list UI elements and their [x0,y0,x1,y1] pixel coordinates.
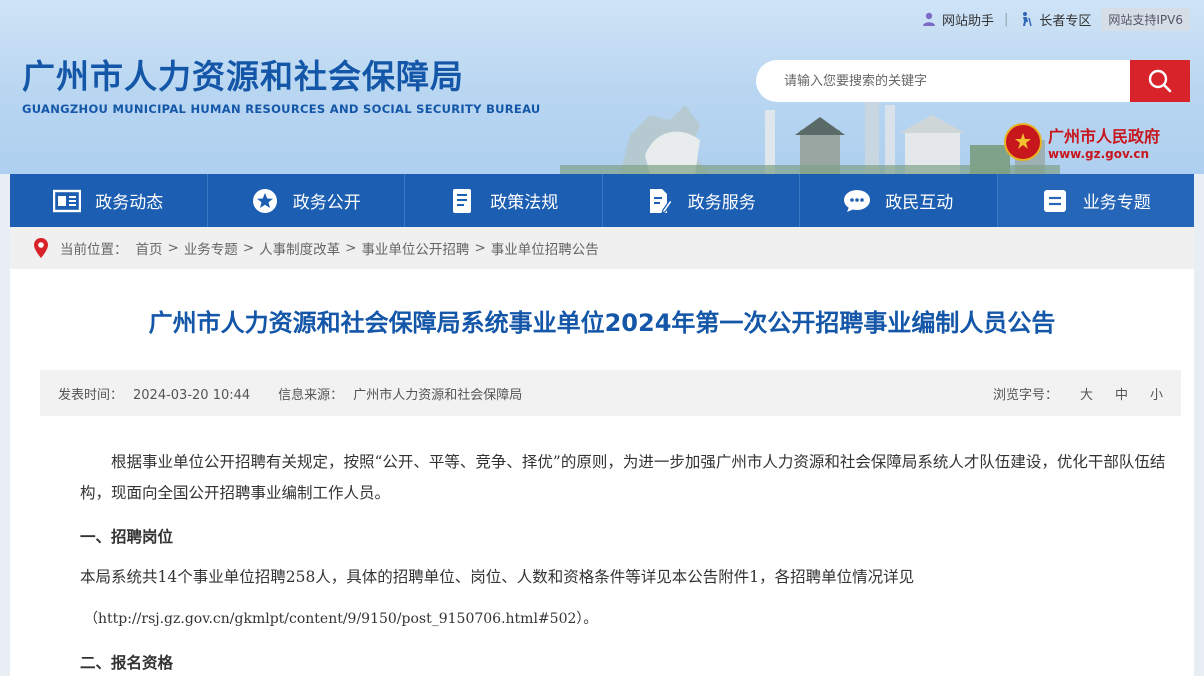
ipv6-badge: 网站支持IPV6 [1101,7,1190,31]
article-paragraph: 根据事业单位公开招聘有关规定，按照“公开、平等、竞争、择优”的原则，为进一步加强… [80,447,1185,509]
nav-label: 政务动态 [95,193,164,213]
gz-government-link[interactable]: 广州市人民政府 www.gz.gov.cn [1004,123,1160,161]
gov-url: www.gz.gov.cn [1048,147,1150,161]
nav-item-news[interactable]: 政务动态 [10,174,208,227]
font-size-switcher: 浏览字号： 大 中 小 [993,384,1163,403]
site-logo[interactable]: 广州市人力资源和社会保障局 GUANGZHOU MUNICIPAL HUMAN … [22,50,541,116]
news-icon [53,187,82,215]
breadcrumb-separator: > [474,240,486,256]
article-link-text[interactable]: （http://rsj.gz.gov.cn/gkmlpt/content/9/9… [80,609,1185,629]
list-icon [1041,187,1069,215]
breadcrumb-link-recruitment[interactable]: 事业单位公开招聘 [361,238,469,258]
search-bar [756,60,1190,102]
nav-item-open-affairs[interactable]: 政务公开 [208,174,405,227]
search-input[interactable] [756,60,1130,102]
gov-name: 广州市人民政府 [1048,127,1161,146]
star-icon [251,187,279,215]
info-source-value: 广州市人力资源和社会保障局 [353,387,523,403]
article-container: 广州市人力资源和社会保障局系统事业单位2024年第一次公开招聘事业编制人员公告 … [10,269,1194,676]
section-heading: 二、报名资格 [80,653,174,672]
publish-date: 发表时间： 2024-03-20 10:44 [58,384,250,403]
breadcrumb-separator: > [242,240,255,256]
elder-zone-link[interactable]: 长者专区 [1018,10,1091,29]
user-icon [922,12,935,26]
font-size-label: 浏览字号： [992,387,1058,403]
font-size-large-button[interactable]: 大 [1080,384,1093,403]
paragraph-text: 根据事业单位公开招聘有关规定，按照“公开、平等、竞争、择优”的原则，为进一步加强… [80,453,1166,502]
article-paragraph: 本局系统共14个事业单位招聘258人，具体的招聘单位、岗位、人数和资格条件等详见… [80,568,915,586]
nav-label: 政民互动 [885,193,954,213]
breadcrumb-prefix: 当前位置： [60,242,128,258]
section-heading: 一、招聘岗位 [80,527,174,546]
breadcrumb-link-home[interactable]: 首页 [136,238,163,258]
breadcrumb-link-announcements[interactable]: 事业单位招聘公告 [491,238,599,258]
chat-icon [843,187,871,215]
site-assistant-link[interactable]: 网站助手 [921,10,994,29]
nav-item-topics[interactable]: 业务专题 [997,174,1194,227]
logo-cn-title: 广州市人力资源和社会保障局 [22,57,464,96]
elder-icon [1023,12,1033,27]
search-button[interactable] [1130,60,1190,102]
top-utility-bar: 网站助手 | 长者专区 网站支持IPV6 [921,7,1190,31]
elder-zone-label: 长者专区 [1039,13,1092,29]
publish-date-label: 发表时间： [58,387,124,403]
nav-label: 政务公开 [292,193,361,213]
info-source: 信息来源： 广州市人力资源和社会保障局 [278,384,522,403]
document-icon [448,187,476,215]
nav-label: 业务专题 [1082,193,1151,213]
breadcrumb-separator: > [167,240,179,256]
nav-item-services[interactable]: 政务服务 [603,174,800,227]
publish-date-value: 2024-03-20 10:44 [133,387,251,403]
article-title: 广州市人力资源和社会保障局系统事业单位2024年第一次公开招聘事业编制人员公告 [148,309,1056,337]
site-assistant-label: 网站助手 [941,13,994,29]
nav-item-interaction[interactable]: 政民互动 [800,174,998,227]
main-nav: 政务动态 政务公开 政策法规 政务服务 政民互动 业务专题 [10,174,1194,227]
article-meta-bar: 发表时间： 2024-03-20 10:44 信息来源： 广州市人力资源和社会保障局… [40,370,1181,416]
logo-en-title: GUANGZHOU MUNICIPAL HUMAN RESOURCES AND … [22,102,541,116]
government-emblem-icon [1004,123,1042,161]
font-size-small-button[interactable]: 小 [1150,384,1163,403]
location-pin-icon [34,238,48,258]
article-body: 根据事业单位公开招聘有关规定，按照“公开、平等、竞争、择优”的原则，为进一步加强… [80,447,1185,673]
city-skyline-illustration [560,95,1060,174]
edit-document-icon [646,187,674,215]
nav-label: 政策法规 [490,193,559,213]
breadcrumb-link-reform[interactable]: 人事制度改革 [259,238,340,258]
info-source-label: 信息来源： [278,387,344,403]
search-icon [1148,69,1172,93]
nav-item-policies[interactable]: 政策法规 [405,174,603,227]
site-header: 网站助手 | 长者专区 网站支持IPV6 广州市人力资源和社会保障局 GUANG… [0,0,1204,174]
font-size-medium-button[interactable]: 中 [1115,384,1128,403]
divider: | [1003,11,1009,27]
breadcrumb: 当前位置： 首页 > 业务专题 > 人事制度改革 > 事业单位公开招聘 > 事业… [10,227,1194,269]
breadcrumb-link-topics[interactable]: 业务专题 [184,238,238,258]
nav-label: 政务服务 [687,193,756,213]
breadcrumb-separator: > [345,240,357,256]
